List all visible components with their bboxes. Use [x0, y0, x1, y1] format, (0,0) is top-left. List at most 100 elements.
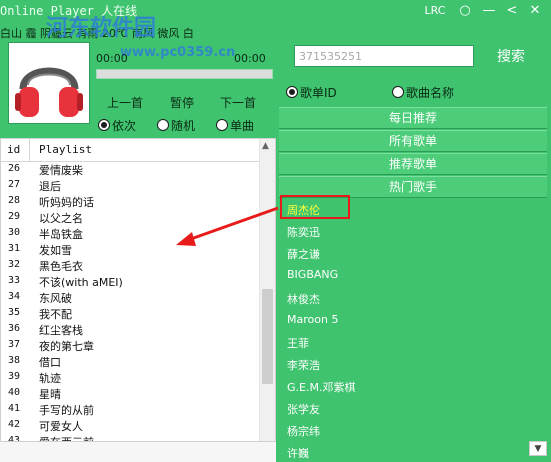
singer-item[interactable]: 张学友: [287, 401, 320, 417]
row-id: 29: [8, 211, 21, 222]
table-row[interactable]: 36 红尘客栈: [1, 322, 260, 338]
minimize-icon[interactable]: —: [480, 2, 498, 20]
playlist-header: id Playlist: [1, 139, 260, 162]
table-row[interactable]: 37 夜的第七章: [1, 338, 260, 354]
singer-list: 周杰伦 陈奕迅 薛之谦 BIGBANG 林俊杰 Maroon 5 王菲 李荣浩 …: [279, 198, 547, 460]
row-title: 星晴: [39, 388, 61, 401]
search-button[interactable]: 搜索: [497, 46, 525, 66]
back-icon[interactable]: <: [503, 2, 521, 20]
playlist-table: id Playlist 26 爱情废柴 27 退后 28 听妈妈的话 29 以父之名 3…: [0, 138, 276, 461]
row-id: 39: [8, 371, 21, 382]
table-row[interactable]: 35 我不配: [1, 306, 260, 322]
singer-item[interactable]: 杨宗纬: [287, 423, 320, 439]
row-id: 38: [8, 355, 21, 366]
table-row[interactable]: 26 爱情废柴: [1, 162, 260, 178]
table-row[interactable]: 30 半岛铁盒: [1, 226, 260, 242]
row-id: 40: [8, 387, 21, 398]
table-row[interactable]: 28 听妈妈的话: [1, 194, 260, 210]
watermark-title: 河东软件园: [46, 16, 157, 41]
table-row[interactable]: 41 手写的从前: [1, 402, 260, 418]
column-divider: [29, 139, 30, 161]
column-header-id[interactable]: id: [7, 143, 20, 156]
table-row[interactable]: 27 退后: [1, 178, 260, 194]
table-row[interactable]: 32 黑色毛衣: [1, 258, 260, 274]
row-title: 不该(with aMEI): [39, 276, 123, 289]
table-row[interactable]: 34 东风破: [1, 290, 260, 306]
category-recommended[interactable]: 推荐歌单: [279, 153, 547, 175]
table-row[interactable]: 31 发如雪: [1, 242, 260, 258]
row-title: 退后: [39, 180, 61, 193]
singer-item[interactable]: 林俊杰: [287, 291, 320, 307]
table-row[interactable]: 42 可爱女人: [1, 418, 260, 434]
table-row[interactable]: 29 以父之名: [1, 210, 260, 226]
row-title: 发如雪: [39, 244, 72, 257]
singer-item[interactable]: Maroon 5: [287, 313, 338, 326]
category-daily[interactable]: 每日推荐: [279, 107, 547, 129]
scrollbar-thumb[interactable]: [262, 289, 273, 384]
radio-dot-icon: [98, 119, 110, 131]
row-title: 红尘客栈: [39, 324, 83, 337]
row-id: 41: [8, 403, 21, 414]
chevron-down-icon[interactable]: ▼: [529, 441, 547, 456]
row-id: 35: [8, 307, 21, 318]
row-id: 33: [8, 275, 21, 286]
annotation-highlight-box: [280, 195, 350, 219]
radio-dot-icon: [157, 119, 169, 131]
lrc-button[interactable]: LRC: [420, 2, 450, 20]
table-row[interactable]: 33 不该(with aMEI): [1, 274, 260, 290]
row-title: 东风破: [39, 292, 72, 305]
singer-item[interactable]: 薛之谦: [287, 246, 320, 262]
row-id: 30: [8, 227, 21, 238]
close-icon[interactable]: ✕: [526, 2, 544, 20]
singer-item[interactable]: 李荣浩: [287, 357, 320, 373]
row-title: 可爱女人: [39, 420, 83, 433]
row-id: 36: [8, 323, 21, 334]
search-input[interactable]: 371535251: [294, 45, 474, 67]
time-total: 00:00: [234, 52, 266, 65]
mode-random-radio[interactable]: 随机: [157, 117, 195, 134]
row-title: 轨迹: [39, 372, 61, 385]
singer-item[interactable]: 许巍: [287, 445, 309, 461]
row-id: 27: [8, 179, 21, 190]
singer-item[interactable]: 陈奕迅: [287, 224, 320, 240]
table-row[interactable]: 39 轨迹: [1, 370, 260, 386]
singer-item[interactable]: BIGBANG: [287, 268, 338, 281]
prev-button[interactable]: 上一首: [107, 94, 143, 111]
watermark-url: www.pc0359.cn: [120, 45, 236, 60]
progress-bar[interactable]: [96, 69, 273, 79]
headphones-icon: [15, 67, 83, 117]
row-title: 听妈妈的话: [39, 196, 94, 209]
category-all-playlists[interactable]: 所有歌单: [279, 130, 547, 152]
playlist-scrollbar[interactable]: ▲ ▼: [259, 139, 275, 460]
circle-icon[interactable]: ○: [456, 2, 474, 20]
row-id: 26: [8, 163, 21, 174]
singer-item[interactable]: G.E.M.邓紫棋: [287, 379, 355, 395]
table-row[interactable]: 38 借口: [1, 354, 260, 370]
row-title: 以父之名: [39, 212, 83, 225]
row-title: 爱情废柴: [39, 164, 83, 177]
row-title: 借口: [39, 356, 61, 369]
row-title: 半岛铁盒: [39, 228, 83, 241]
radio-dot-icon: [286, 86, 298, 98]
row-id: 28: [8, 195, 21, 206]
search-by-id-radio[interactable]: 歌单ID: [286, 84, 337, 101]
row-title: 夜的第七章: [39, 340, 94, 353]
mode-single-radio[interactable]: 单曲: [216, 117, 254, 134]
playlist-bottom-bar: [0, 441, 276, 462]
row-id: 34: [8, 291, 21, 302]
scroll-up-icon[interactable]: ▲: [262, 141, 269, 151]
column-header-playlist[interactable]: Playlist: [39, 143, 92, 156]
table-row[interactable]: 40 星晴: [1, 386, 260, 402]
next-button[interactable]: 下一首: [220, 94, 256, 111]
radio-dot-icon: [392, 86, 404, 98]
row-title: 黑色毛衣: [39, 260, 83, 273]
row-id: 37: [8, 339, 21, 350]
row-title: 我不配: [39, 308, 72, 321]
singer-item[interactable]: 王菲: [287, 335, 309, 351]
row-title: 手写的从前: [39, 404, 94, 417]
time-elapsed: 00:00: [96, 52, 128, 65]
mode-sequential-radio[interactable]: 依次: [98, 117, 136, 134]
row-id: 31: [8, 243, 21, 254]
search-by-name-radio[interactable]: 歌曲名称: [392, 84, 454, 101]
pause-button[interactable]: 暂停: [170, 94, 194, 111]
